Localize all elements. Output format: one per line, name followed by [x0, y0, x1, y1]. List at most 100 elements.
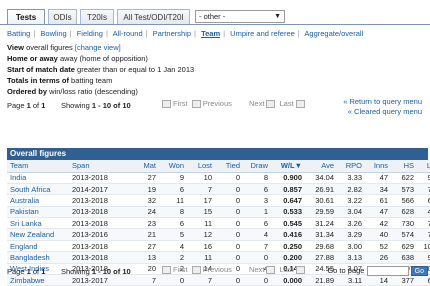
nav-fielding[interactable]: Fielding — [77, 29, 103, 38]
change-view-link[interactable]: [change view] — [75, 43, 121, 52]
cleared-query-menu[interactable]: « Cleared query menu — [348, 107, 422, 116]
nav-umpire-referee[interactable]: Umpire and referee — [230, 29, 295, 38]
goto-page-button[interactable]: Go — [410, 266, 428, 277]
bottom-last-page-icon[interactable] — [295, 266, 305, 275]
col-mat[interactable]: Mat — [131, 160, 159, 173]
return-arrow-icon: « — [343, 97, 348, 106]
nav-team[interactable]: Team — [201, 29, 220, 38]
team-link[interactable]: New Zealand — [7, 228, 69, 241]
team-link[interactable]: England — [7, 240, 69, 253]
cell-rpo: 3.22 — [337, 194, 365, 207]
next-page-link[interactable]: Next — [249, 99, 264, 108]
team-link[interactable]: South Africa — [7, 183, 69, 196]
team-link[interactable]: Sri Lanka — [7, 217, 69, 230]
last-page-icon[interactable] — [295, 100, 305, 109]
team-link[interactable]: India — [7, 172, 69, 184]
tab-tests[interactable]: Tests — [7, 9, 45, 24]
tab-all-formats[interactable]: All Test/ODI/T20I — [117, 9, 190, 24]
cell-hs: 730 — [391, 217, 417, 230]
pager-first-prev: First Previous — [160, 99, 232, 109]
first-page-link[interactable]: First — [173, 99, 188, 108]
cell-draw: 7 — [243, 240, 271, 253]
table-row: Australia 2013-2018 32 11 17 0 3 0.647 30.61 3.22… — [7, 194, 430, 207]
col-wl[interactable]: W/L▼ — [271, 160, 305, 173]
col-ave[interactable]: Ave — [305, 160, 337, 173]
nav-bowling[interactable]: Bowling — [40, 29, 66, 38]
bottom-previous-page-link[interactable]: Previous — [203, 265, 232, 274]
cell-hs: 566 — [391, 194, 417, 207]
cell-rpo: 3.04 — [337, 206, 365, 219]
bottom-previous-page-icon[interactable] — [191, 266, 201, 275]
nav-all-round[interactable]: All-round — [113, 29, 143, 38]
team-link[interactable]: Pakistan — [7, 206, 69, 219]
col-inns[interactable]: Inns — [365, 160, 391, 173]
cell-wl: 0.647 — [271, 194, 305, 207]
table-row: England 2013-2018 27 4 16 0 7 0.250 29.68 3.00 52 6… — [7, 240, 430, 253]
cell-tied: 0 — [215, 217, 243, 230]
tab-odis[interactable]: ODIs — [48, 9, 77, 24]
cell-inns: 34 — [365, 183, 391, 196]
cell-lost: 15 — [187, 206, 215, 219]
cell-rpo: 3.29 — [337, 228, 365, 241]
cell-won: 4 — [159, 240, 187, 253]
cell-mat: 21 — [131, 228, 159, 241]
bottom-pager-first-prev: First Previous — [160, 265, 232, 275]
col-tied[interactable]: Tied — [215, 160, 243, 173]
team-link[interactable]: Australia — [7, 194, 69, 207]
cell-draw: 8 — [243, 172, 271, 184]
bottom-first-page-link[interactable]: First — [173, 265, 188, 274]
goto-page-input[interactable] — [366, 266, 409, 277]
col-team[interactable]: Team — [7, 160, 69, 173]
page-indicator: Page 1 of 1 — [7, 101, 46, 110]
nav-aggregate-overall[interactable]: Aggregate/overall — [304, 29, 363, 38]
team-link[interactable]: Bangladesh — [7, 251, 69, 264]
table-row: South Africa 2014-2017 19 6 7 0 6 0.857 26.91 2.8… — [7, 183, 430, 196]
bottom-first-page-icon[interactable] — [162, 266, 171, 275]
cell-won: 11 — [159, 194, 187, 207]
cell-ave: 29.68 — [305, 240, 337, 253]
criteria-order: Ordered by win/loss ratio (descending) — [7, 87, 138, 96]
cell-lost: 11 — [187, 251, 215, 264]
cell-ave: 29.59 — [305, 206, 337, 219]
cell-tied: 0 — [215, 172, 243, 184]
cell-tied: 0 — [215, 240, 243, 253]
col-draw[interactable]: Draw — [243, 160, 271, 173]
chevron-down-icon: ▼ — [274, 13, 281, 20]
bottom-last-page-link[interactable]: Last — [280, 265, 294, 274]
previous-page-icon[interactable] — [191, 100, 201, 109]
criteria-home-away: Home or away away (home of opposition) — [7, 54, 148, 63]
cell-ls: 90 — [417, 251, 430, 264]
cell-span: 2013-2018 — [69, 206, 131, 219]
col-hs[interactable]: HS — [391, 160, 417, 173]
next-page-icon[interactable] — [266, 100, 276, 109]
cell-mat: 27 — [131, 172, 159, 184]
nav-batting[interactable]: Batting — [7, 29, 30, 38]
cell-ave: 26.91 — [305, 183, 337, 196]
format-select-value: - other - — [199, 12, 226, 21]
return-query-menu[interactable]: « Return to query menu — [343, 97, 422, 106]
col-rpo[interactable]: RPO — [337, 160, 365, 173]
col-lost[interactable]: Lost — [187, 160, 215, 173]
cell-draw: 0 — [243, 251, 271, 264]
cell-rpo: 3.33 — [337, 172, 365, 184]
bottom-next-page-icon[interactable] — [266, 266, 276, 275]
cell-inns: 52 — [365, 240, 391, 253]
last-page-link[interactable]: Last — [280, 99, 294, 108]
cell-lost: 10 — [187, 172, 215, 184]
bottom-next-page-link[interactable]: Next — [249, 265, 264, 274]
first-page-icon[interactable] — [162, 100, 171, 109]
format-select[interactable]: - other - ▼ — [195, 10, 285, 23]
cell-lost: 12 — [187, 228, 215, 241]
col-ls[interactable]: LS — [417, 160, 430, 173]
col-span[interactable]: Span — [69, 160, 131, 173]
nav-partnership[interactable]: Partnership — [153, 29, 191, 38]
results-title: Overall figures — [7, 148, 428, 160]
previous-page-link[interactable]: Previous — [203, 99, 232, 108]
pager-next-last: Next Last — [249, 99, 307, 109]
cell-ave: 34.04 — [305, 172, 337, 184]
cell-ls: 79 — [417, 183, 430, 196]
col-won[interactable]: Won — [159, 160, 187, 173]
cell-lost: 16 — [187, 240, 215, 253]
tab-t20is[interactable]: T20Is — [80, 9, 114, 24]
cell-inns: 40 — [365, 228, 391, 241]
